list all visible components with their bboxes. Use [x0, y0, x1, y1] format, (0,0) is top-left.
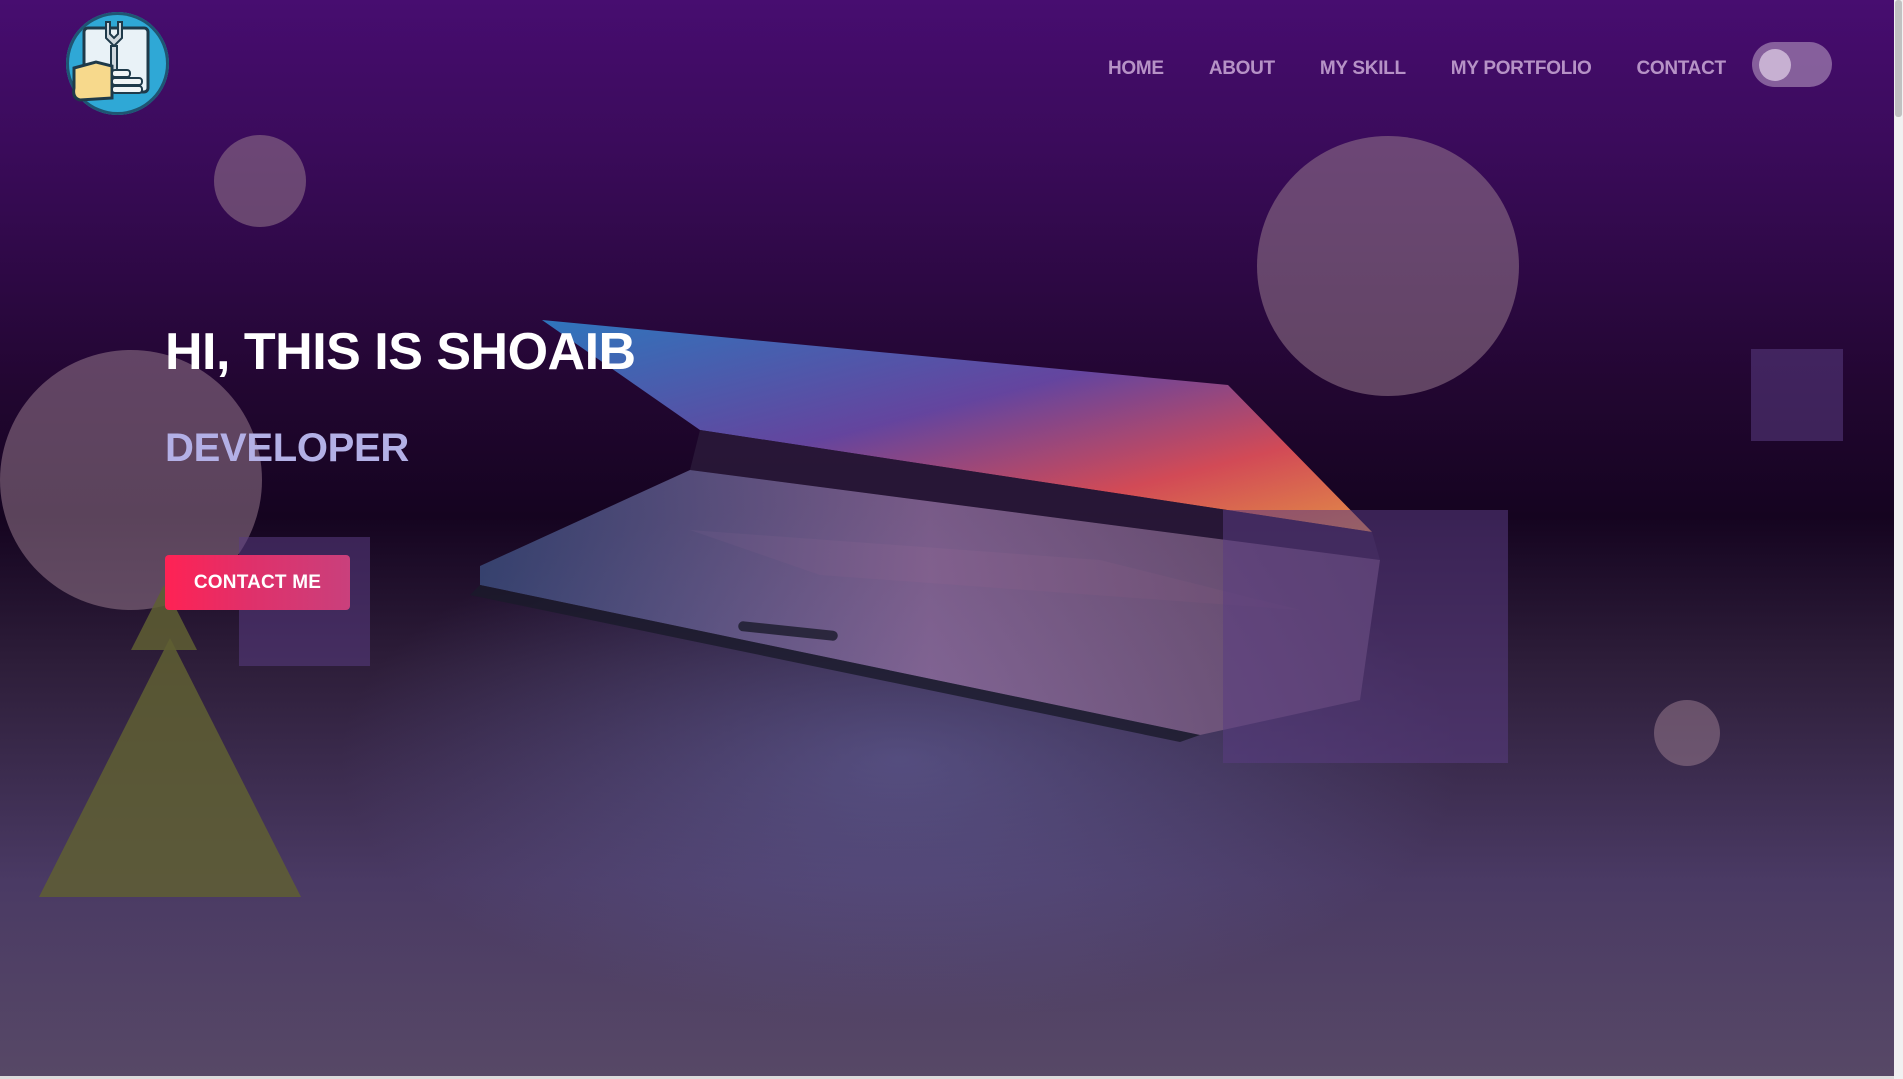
nav-home[interactable]: HOME: [1108, 58, 1164, 80]
wrench-hand-logo-icon: [72, 21, 150, 102]
hero-title: HI, THIS IS SHOAIB: [165, 323, 636, 381]
scrollbar-thumb[interactable]: [1895, 0, 1902, 117]
nav-my-skill[interactable]: MY SKILL: [1320, 58, 1406, 80]
decor-square-center: [1223, 510, 1508, 763]
decor-circle-right-small: [1654, 700, 1720, 766]
theme-toggle[interactable]: [1751, 42, 1832, 87]
scrollbar[interactable]: [1894, 0, 1903, 1079]
site-logo[interactable]: [66, 12, 169, 115]
nav-about[interactable]: ABOUT: [1209, 58, 1275, 80]
decor-circle-large: [1257, 136, 1519, 396]
hero-section: HOME ABOUT MY SKILL MY PORTFOLIO CONTACT…: [0, 0, 1894, 1076]
toggle-knob: [1758, 49, 1791, 81]
decor-triangle-large: [39, 638, 301, 897]
hero-subtitle: DEVELOPER: [165, 426, 410, 470]
main-nav: HOME ABOUT MY SKILL MY PORTFOLIO CONTACT: [1108, 42, 1832, 91]
decor-square-right: [1751, 349, 1843, 441]
nav-my-portfolio[interactable]: MY PORTFOLIO: [1451, 58, 1592, 80]
decor-circle-small: [214, 135, 306, 227]
nav-contact[interactable]: CONTACT: [1636, 58, 1726, 80]
contact-me-button[interactable]: CONTACT ME: [165, 555, 350, 610]
